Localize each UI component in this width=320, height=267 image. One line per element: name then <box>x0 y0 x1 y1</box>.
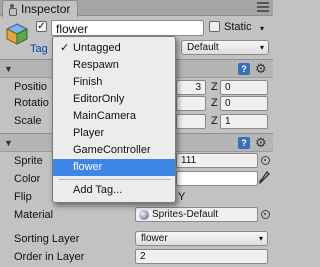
rotation-x-field[interactable] <box>176 96 206 111</box>
rotation-z-field[interactable]: 0 <box>220 96 268 111</box>
order-in-layer-label: Order in Layer <box>14 251 85 263</box>
flip-y-label: Y <box>178 191 186 203</box>
popup-item-label: Finish <box>73 76 103 88</box>
position-z-field[interactable]: 0 <box>220 80 268 95</box>
popup-item-add-tag[interactable]: Add Tag... <box>53 182 175 199</box>
static-checkbox[interactable] <box>209 21 220 32</box>
popup-item-label: Respawn <box>73 59 119 71</box>
check-icon: ✓ <box>60 42 70 54</box>
sprite-field[interactable]: 111 <box>176 153 258 168</box>
position-z-axis: Z <box>211 81 218 93</box>
object-picker-icon[interactable] <box>261 156 270 165</box>
material-label: Material <box>14 209 54 221</box>
cube-icon <box>6 23 28 45</box>
flip-label: Flip <box>14 191 32 203</box>
popup-item-flower[interactable]: flower <box>53 159 175 176</box>
inspector-window: Inspector ✓ flower Static ▾ Tag Default … <box>0 0 273 267</box>
sorting-layer-label: Sorting Layer <box>14 233 80 245</box>
popup-item-label: EditorOnly <box>73 93 125 105</box>
rotation-z-axis: Z <box>211 97 218 109</box>
inspector-icon <box>7 3 17 16</box>
popup-item-label: Add Tag... <box>73 184 123 196</box>
chevron-down-icon: ▾ <box>258 234 263 243</box>
tab-title: Inspector <box>21 2 71 16</box>
material-sphere-icon <box>139 210 149 220</box>
scale-z-axis: Z <box>211 115 218 127</box>
material-field[interactable]: Sprites-Default <box>135 207 258 222</box>
color-field[interactable] <box>176 171 258 186</box>
order-in-layer-field[interactable]: 2 <box>135 249 268 264</box>
eyedropper-icon[interactable] <box>259 171 270 184</box>
gear-icon[interactable]: ⚙ <box>255 61 267 77</box>
popup-item-respawn[interactable]: Respawn <box>53 57 175 74</box>
gear-icon[interactable]: ⚙ <box>255 135 267 151</box>
scale-x-field[interactable] <box>176 114 206 129</box>
help-book-icon[interactable]: ? <box>238 63 250 75</box>
popup-item-label: Player <box>73 127 105 139</box>
sorting-layer-dropdown[interactable]: flower ▾ <box>135 231 268 246</box>
sorting-layer-value: flower <box>141 233 168 244</box>
foldout-icon[interactable]: ▼ <box>4 138 13 148</box>
layer-dropdown[interactable]: Default ▾ <box>181 40 269 55</box>
popup-item-label: GameController <box>73 144 151 156</box>
layer-value: Default <box>187 42 219 53</box>
popup-item-finish[interactable]: Finish <box>53 74 175 91</box>
scale-z-field[interactable]: 1 <box>220 114 268 129</box>
popup-item-untagged[interactable]: ✓ Untagged <box>53 40 175 57</box>
object-picker-icon[interactable] <box>261 210 270 219</box>
static-dropdown-icon[interactable]: ▾ <box>260 24 264 33</box>
scale-label: Scale <box>14 115 42 127</box>
tag-label: Tag <box>30 43 48 55</box>
popup-item-gamecontroller[interactable]: GameController <box>53 142 175 159</box>
popup-item-label: MainCamera <box>73 110 136 122</box>
rotation-label: Rotatio <box>14 97 49 109</box>
popup-item-player[interactable]: Player <box>53 125 175 142</box>
tag-popup-menu: ✓ Untagged Respawn Finish EditorOnly Mai… <box>52 36 176 203</box>
popup-item-label: flower <box>73 161 103 173</box>
tab-strip: Inspector <box>0 0 273 17</box>
menu-icon[interactable] <box>257 2 269 12</box>
position-x-field[interactable]: 3 <box>176 80 206 95</box>
active-checkbox[interactable]: ✓ <box>36 21 47 32</box>
position-label: Positio <box>14 81 48 93</box>
help-book-icon[interactable]: ? <box>238 137 250 149</box>
tab-inspector[interactable]: Inspector <box>2 0 78 17</box>
sprite-label: Sprite <box>14 155 43 167</box>
material-value: Sprites-Default <box>152 209 219 220</box>
object-name-input[interactable]: flower <box>51 20 204 36</box>
static-label: Static <box>224 21 252 33</box>
chevron-down-icon: ▾ <box>259 43 264 52</box>
popup-item-label: Untagged <box>73 42 121 54</box>
color-label: Color <box>14 173 41 185</box>
popup-item-maincamera[interactable]: MainCamera <box>53 108 175 125</box>
popup-separator <box>59 179 171 180</box>
foldout-icon[interactable]: ▼ <box>4 64 13 74</box>
popup-item-editoronly[interactable]: EditorOnly <box>53 91 175 108</box>
